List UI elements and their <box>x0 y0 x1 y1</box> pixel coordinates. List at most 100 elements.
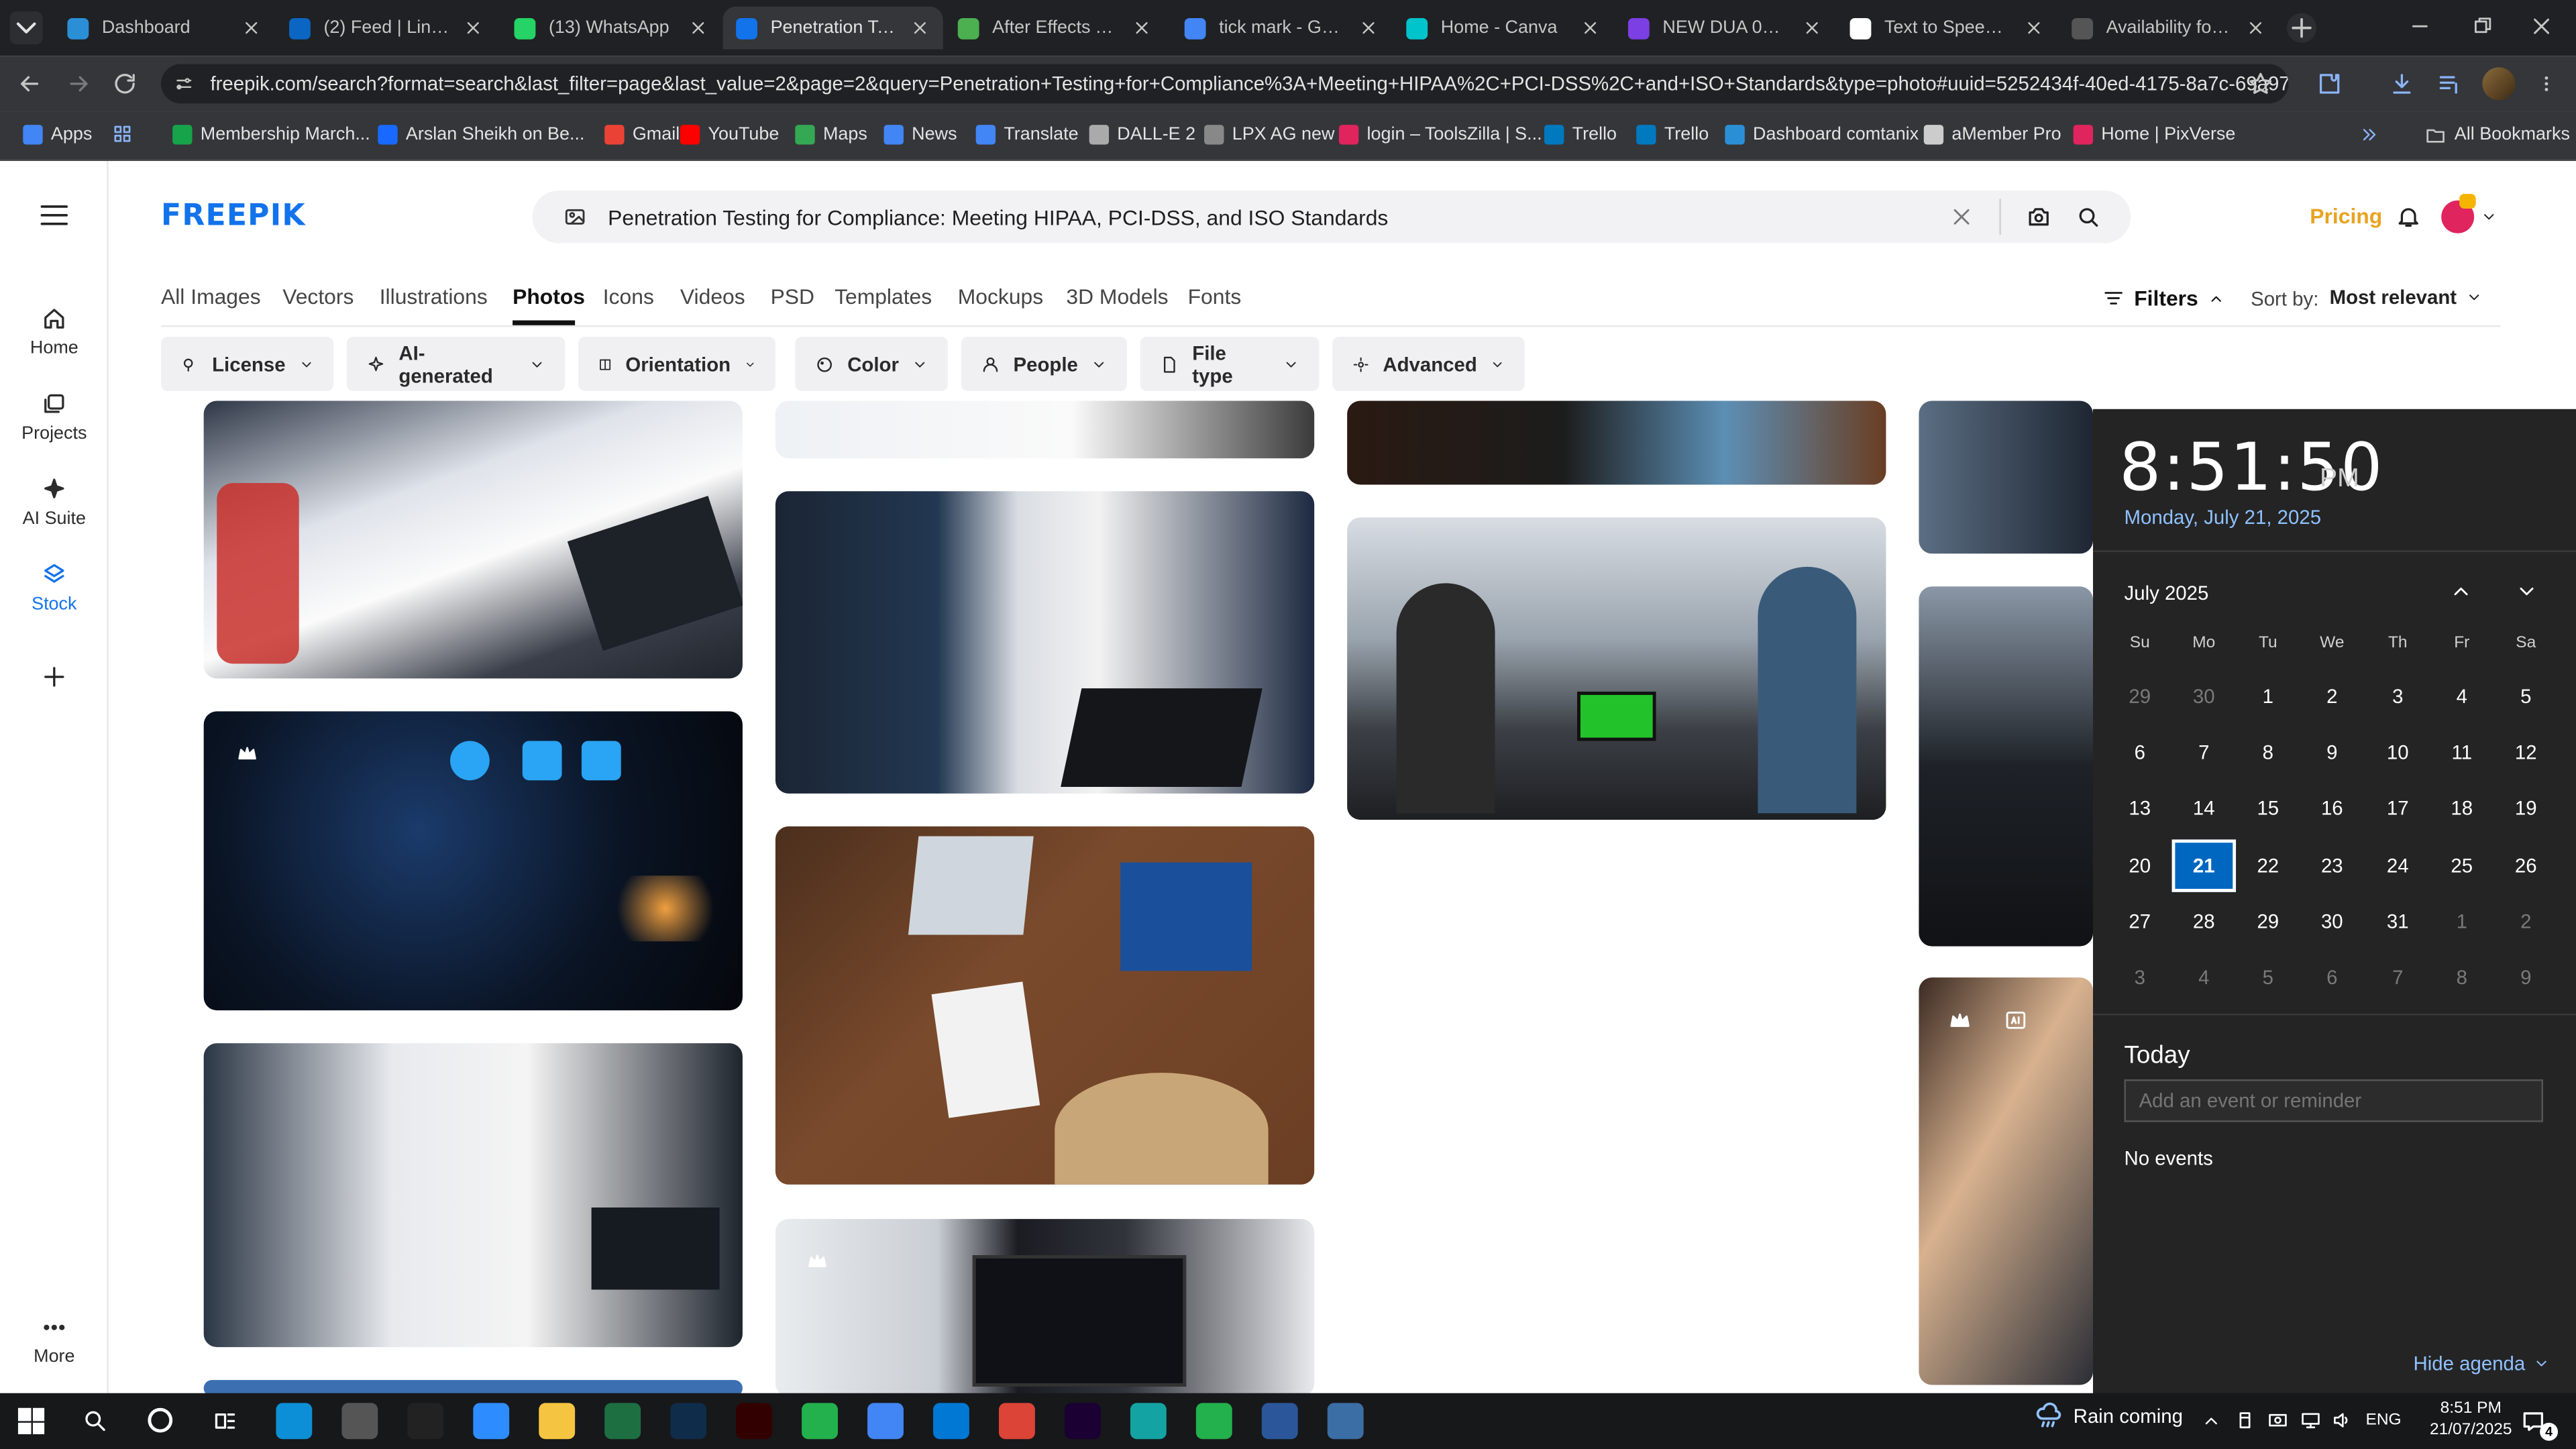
browser-tab[interactable]: Dashboard <box>54 7 274 50</box>
bookmark-item[interactable]: DALL-E 2 <box>1089 121 1195 148</box>
new-tab-icon[interactable] <box>2286 13 2317 43</box>
calendar-day[interactable]: 22 <box>2236 839 2300 892</box>
minimize-icon[interactable] <box>2408 15 2431 38</box>
sidebar-item-home[interactable]: Home <box>0 306 109 358</box>
close-tab-icon[interactable] <box>241 18 261 38</box>
calendar-day[interactable]: 18 <box>2430 782 2494 835</box>
photo-tile[interactable] <box>1919 977 2093 1385</box>
bookmark-item[interactable]: YouTube <box>680 121 779 148</box>
photo-tile[interactable] <box>203 1043 743 1348</box>
calendar-day[interactable]: 30 <box>2172 670 2237 722</box>
edge-app-icon[interactable] <box>276 1403 313 1440</box>
browser-tab[interactable]: Penetration Testi <box>722 6 943 50</box>
nav-tab[interactable]: 3D Models <box>1066 284 1168 309</box>
filter-button[interactable]: People <box>961 337 1127 391</box>
browser-tab[interactable]: NEW DUA 02 - M <box>1615 7 1835 50</box>
sidebar-item-ai-suite[interactable]: AI Suite <box>0 476 109 529</box>
back-icon[interactable] <box>16 70 42 97</box>
calendar-day[interactable]: 8 <box>2236 726 2300 778</box>
bookmark-item[interactable]: login – ToolsZilla | S... <box>1338 121 1542 148</box>
calendar-day[interactable]: 6 <box>2300 951 2365 1004</box>
add-event-input[interactable] <box>2124 1079 2544 1122</box>
language-indicator[interactable]: ENG <box>2366 1411 2402 1430</box>
calendar-day[interactable]: 6 <box>2108 726 2172 778</box>
browser-tab[interactable]: tick mark - Googl <box>1171 7 1391 50</box>
bookmark-item[interactable]: Maps <box>795 121 867 148</box>
nav-tab[interactable]: Icons <box>603 284 654 309</box>
calendar-day[interactable]: 10 <box>2366 726 2430 778</box>
taskbar-search-icon[interactable] <box>82 1408 108 1434</box>
calendar-day[interactable]: 5 <box>2236 951 2300 1004</box>
filter-button[interactable]: AI-generated <box>346 337 566 391</box>
calendar-day[interactable]: 29 <box>2108 670 2172 722</box>
bookmark-item[interactable]: Trello <box>1636 121 1709 148</box>
close-tab-icon[interactable] <box>2024 18 2043 38</box>
search-icon[interactable] <box>2075 204 2101 230</box>
filter-button[interactable]: Advanced <box>1332 337 1525 391</box>
bookmark-item[interactable]: Gmail <box>604 121 680 148</box>
browser-tab[interactable]: Availability for ES <box>2059 7 2279 50</box>
url-field[interactable]: freepik.com/search?format=search&last_fi… <box>161 64 2289 104</box>
close-window-icon[interactable] <box>2530 15 2553 38</box>
filter-button[interactable]: File type <box>1140 337 1320 391</box>
nav-tab[interactable]: All Images <box>161 284 261 309</box>
hamburger-menu-icon[interactable] <box>40 204 69 227</box>
image-search-icon[interactable] <box>564 205 586 228</box>
photo-tile[interactable] <box>203 400 743 679</box>
pricing-link[interactable]: Pricing <box>2310 204 2382 229</box>
windows-start-icon[interactable] <box>17 1407 45 1434</box>
calendar-day[interactable]: 15 <box>2236 782 2300 835</box>
close-tab-icon[interactable] <box>2246 18 2265 38</box>
tab-search-icon[interactable] <box>9 11 43 45</box>
browser-tab[interactable]: After Effects Temp <box>945 7 1165 50</box>
restore-icon[interactable] <box>2471 15 2493 38</box>
nav-tab[interactable]: Photos <box>513 284 585 309</box>
calendar-day[interactable]: 4 <box>2430 670 2494 722</box>
green-app-2-icon[interactable] <box>1195 1403 1232 1440</box>
calculator-app-icon[interactable] <box>1327 1403 1364 1440</box>
tray-overflow-icon[interactable] <box>2202 1411 2221 1431</box>
chrome-menu-icon[interactable] <box>2536 70 2556 97</box>
sidebar-item-stock[interactable]: Stock <box>0 562 109 614</box>
calendar-day[interactable]: 2 <box>2300 670 2365 722</box>
bookmark-item[interactable]: LPX AG new <box>1204 121 1334 148</box>
cortana-icon[interactable] <box>148 1407 173 1433</box>
nav-tab[interactable]: Vectors <box>282 284 354 309</box>
calendar-day[interactable]: 19 <box>2494 782 2559 835</box>
weather-widget[interactable]: Rain coming <box>2034 1401 2183 1431</box>
calendar-day[interactable]: 9 <box>2494 951 2559 1004</box>
media-control-icon[interactable] <box>2436 70 2463 97</box>
sidebar-item-projects[interactable]: Projects <box>0 391 109 443</box>
photo-tile[interactable] <box>775 400 1315 459</box>
close-tab-icon[interactable] <box>688 18 708 38</box>
downloads-icon[interactable] <box>2389 70 2415 97</box>
full-date-link[interactable]: Monday, July 21, 2025 <box>2125 506 2322 529</box>
calendar-day[interactable]: 24 <box>2366 839 2430 892</box>
close-tab-icon[interactable] <box>1358 18 1378 38</box>
calendar-day[interactable]: 13 <box>2108 782 2172 835</box>
calendar-day[interactable]: 5 <box>2494 670 2559 722</box>
apps-grid-icon[interactable] <box>112 123 133 145</box>
filter-button[interactable]: License <box>161 337 334 391</box>
calendar-day[interactable]: 14 <box>2172 782 2237 835</box>
photo-tile[interactable] <box>1919 586 2093 947</box>
close-tab-icon[interactable] <box>1132 18 1151 38</box>
task-view-icon[interactable] <box>212 1408 238 1434</box>
excel-app-icon[interactable] <box>604 1403 641 1440</box>
reload-icon[interactable] <box>112 70 138 97</box>
bookmark-item[interactable]: aMember Pro <box>1923 121 2061 148</box>
browser-tab[interactable]: Text to Speech | E <box>1837 7 2057 50</box>
calendar-day[interactable]: 1 <box>2430 896 2494 948</box>
bookmark-item[interactable]: Dashboard comtanix <box>1725 121 1919 148</box>
bell-icon[interactable] <box>2396 204 2422 230</box>
calendar-day[interactable]: 16 <box>2300 782 2365 835</box>
add-icon[interactable] <box>41 663 67 690</box>
chrome-app-icon[interactable] <box>867 1403 904 1440</box>
close-tab-icon[interactable] <box>1580 18 1600 38</box>
nav-tab[interactable]: Illustrations <box>380 284 488 309</box>
calendar-day[interactable]: 28 <box>2172 896 2237 948</box>
close-tab-icon[interactable] <box>1803 18 1822 38</box>
next-month-icon[interactable] <box>2515 580 2538 602</box>
bookmark-star-icon[interactable] <box>2247 70 2273 97</box>
terminal-app-icon[interactable] <box>407 1403 444 1440</box>
